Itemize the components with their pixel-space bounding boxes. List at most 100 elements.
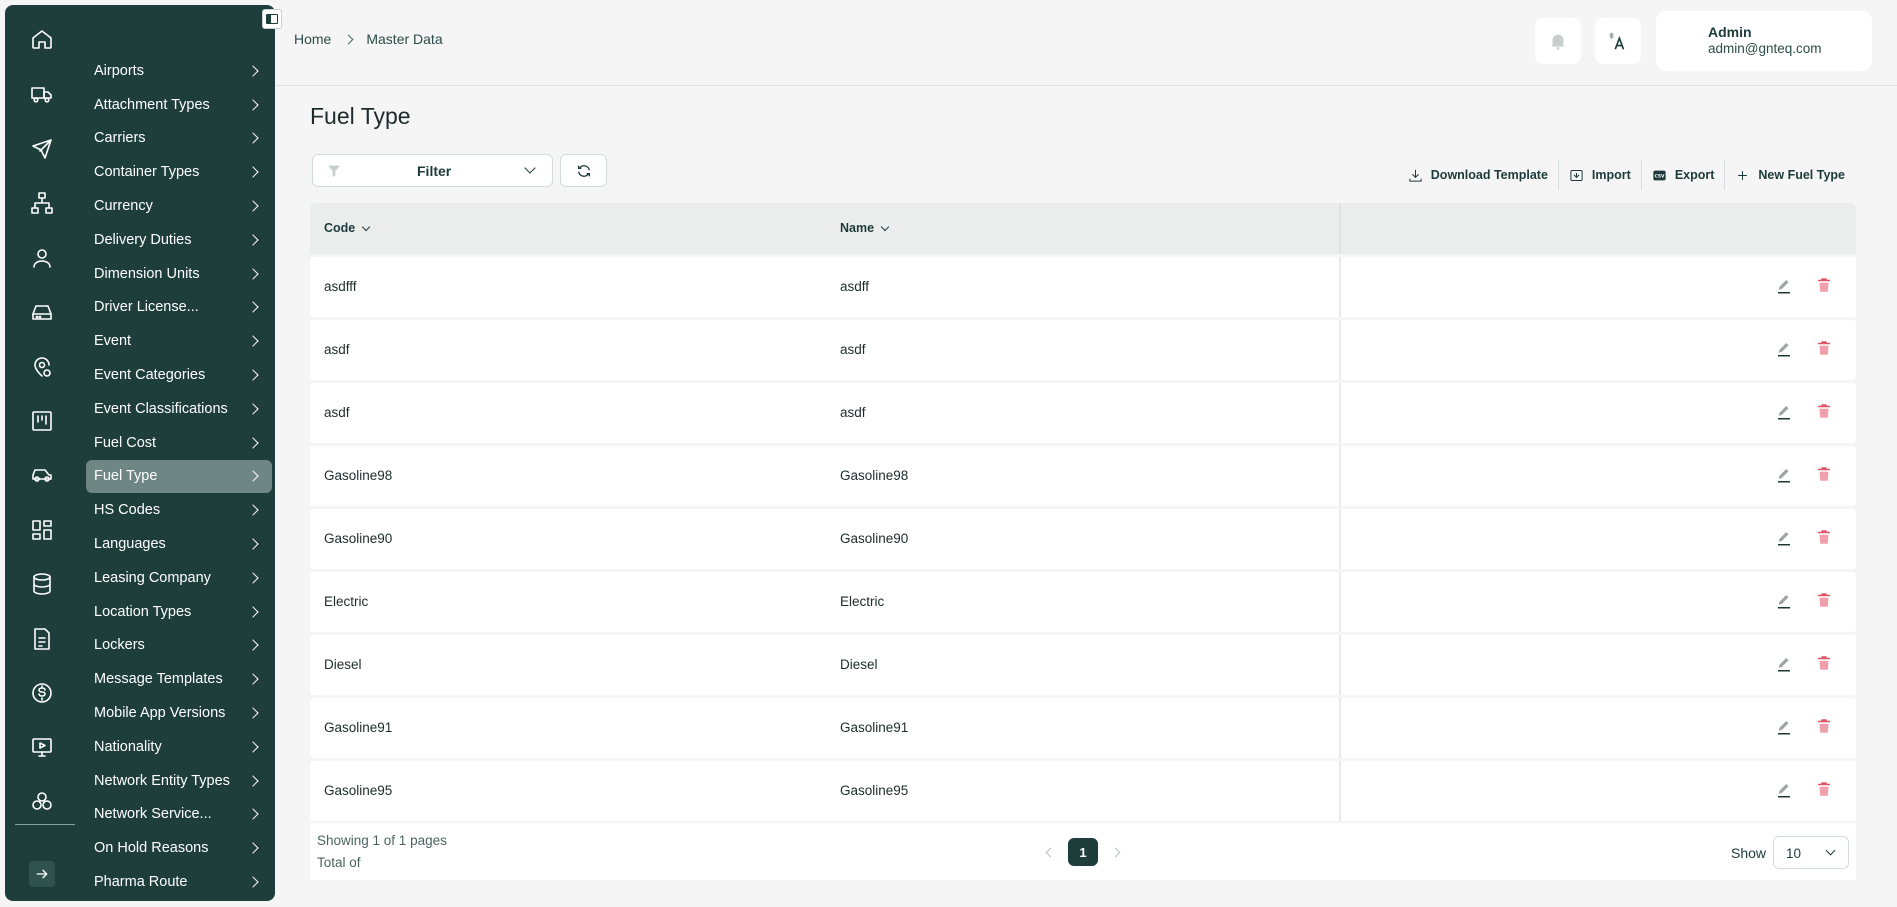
filter-dropdown[interactable]: Filter [312,154,553,187]
submenu-item-fuel-type[interactable]: Fuel Type [86,459,272,494]
submenu-item[interactable]: Event Categories [86,358,272,392]
delete-icon[interactable] [1815,402,1833,420]
table-footer: Showing 1 of 1 pages Total of 1 Show 10 [310,823,1856,880]
submenu-item[interactable]: Lockers [86,629,272,663]
sidebar: Airports Attachment Types Carriers Conta… [5,5,275,901]
total-text: Total of [317,855,361,870]
edit-icon[interactable] [1775,340,1793,358]
submenu-item[interactable]: Currency [86,189,272,223]
submenu-item[interactable]: Languages [86,527,272,561]
submenu-item[interactable]: Pharma Route [86,865,272,899]
csv-file-icon: CSV [1653,170,1666,180]
submenu-item[interactable]: HS Codes [86,493,272,527]
submenu-item[interactable]: Network Entity Types [86,764,272,798]
refresh-button[interactable] [560,154,607,187]
car-icon[interactable] [29,462,55,488]
invoice-icon[interactable] [29,626,55,652]
edit-icon[interactable] [1775,718,1793,736]
edit-icon[interactable] [1775,529,1793,547]
import-button[interactable]: Import [1557,160,1641,190]
dashboard-grid-icon[interactable] [29,517,55,543]
kanban-board-icon[interactable] [29,408,55,434]
user-profile[interactable]: Admin admin@gnteq.com [1656,11,1872,71]
dollar-icon[interactable] [29,680,55,706]
submenu-item[interactable]: Leasing Company [86,561,272,595]
table-row: Gasoline98 Gasoline98 [310,446,1856,506]
delete-icon[interactable] [1815,276,1833,294]
page-size-select[interactable]: 10 [1773,836,1849,869]
truck-icon[interactable] [29,81,55,107]
submenu-item[interactable]: Dimension Units [86,257,272,291]
submenu-item[interactable]: Event Classifications [86,392,272,426]
language-button[interactable] [1595,18,1641,64]
submenu-item[interactable]: Fuel Cost [86,426,272,460]
submenu-item-label: HS Codes [94,502,161,519]
delete-icon[interactable] [1815,528,1833,546]
notifications-button[interactable] [1535,18,1581,64]
submenu-item[interactable]: Container Types [86,155,272,189]
delete-icon[interactable] [1815,591,1833,609]
submenu-item-label: Leasing Company [94,569,211,586]
cell-code: asdfff [324,279,357,294]
next-page-icon[interactable] [1110,847,1121,857]
chevron-right-icon [247,166,259,178]
sort-chevron-icon [362,222,371,231]
sidebar-collapse-button[interactable] [262,9,282,29]
submenu-item-label: Event Categories [94,367,206,384]
network-icon[interactable] [29,190,55,216]
breadcrumb-home-link[interactable]: Home [294,31,331,47]
column-header-name[interactable]: Name [840,221,890,235]
submenu-item[interactable]: Message Templates [86,662,272,696]
submenu-item[interactable]: Carriers [86,122,272,156]
toolbar-actions: Download Template Import CSV Export New … [1398,158,1855,192]
integration-icon[interactable] [29,789,55,815]
edit-icon[interactable] [1775,403,1793,421]
logout-icon [36,869,48,879]
cell-code: asdf [324,405,350,420]
submenu-item[interactable]: Network Service... [86,798,272,832]
location-settings-icon[interactable] [29,354,55,380]
new-fuel-type-button[interactable]: New Fuel Type [1724,160,1855,190]
submenu-item[interactable]: Nationality [86,730,272,764]
monitor-play-icon[interactable] [29,734,55,760]
delete-icon[interactable] [1815,654,1833,672]
delete-icon[interactable] [1815,465,1833,483]
column-divider [1339,509,1341,569]
edit-icon[interactable] [1775,277,1793,295]
submenu-item[interactable]: Event [86,324,272,358]
previous-page-icon[interactable] [1045,847,1056,857]
submenu-item-label: On Hold Reasons [94,840,209,857]
cell-name: Gasoline90 [840,531,909,546]
delete-icon[interactable] [1815,717,1833,735]
page-number-button[interactable]: 1 [1068,838,1098,866]
hard-drive-icon[interactable] [29,299,55,325]
logout-button[interactable] [29,861,55,887]
submenu-item[interactable]: Airports [86,54,272,88]
submenu-item[interactable]: Driver License... [86,291,272,325]
table-row: asdf asdf [310,320,1856,380]
column-divider [1339,698,1341,758]
home-icon[interactable] [29,26,55,52]
submenu-item[interactable]: Attachment Types [86,88,272,122]
column-header-code[interactable]: Code [324,221,371,235]
table-row: Gasoline91 Gasoline91 [310,698,1856,758]
edit-icon[interactable] [1775,655,1793,673]
cell-code: Diesel [324,657,362,672]
user-icon[interactable] [29,245,55,271]
table-row: Gasoline90 Gasoline90 [310,509,1856,569]
edit-icon[interactable] [1775,466,1793,484]
delete-icon[interactable] [1815,780,1833,798]
plane-icon[interactable] [29,136,55,162]
export-button[interactable]: CSV Export [1640,160,1725,190]
import-label: Import [1591,168,1631,182]
database-icon[interactable] [29,571,55,597]
chevron-right-icon [247,470,259,483]
edit-icon[interactable] [1775,592,1793,610]
submenu-item[interactable]: On Hold Reasons [86,831,272,865]
delete-icon[interactable] [1815,339,1833,357]
submenu-item[interactable]: Mobile App Versions [86,696,272,730]
download-template-button[interactable]: Download Template [1398,160,1558,190]
submenu-item[interactable]: Location Types [86,595,272,629]
submenu-item[interactable]: Delivery Duties [86,223,272,257]
edit-icon[interactable] [1775,781,1793,799]
